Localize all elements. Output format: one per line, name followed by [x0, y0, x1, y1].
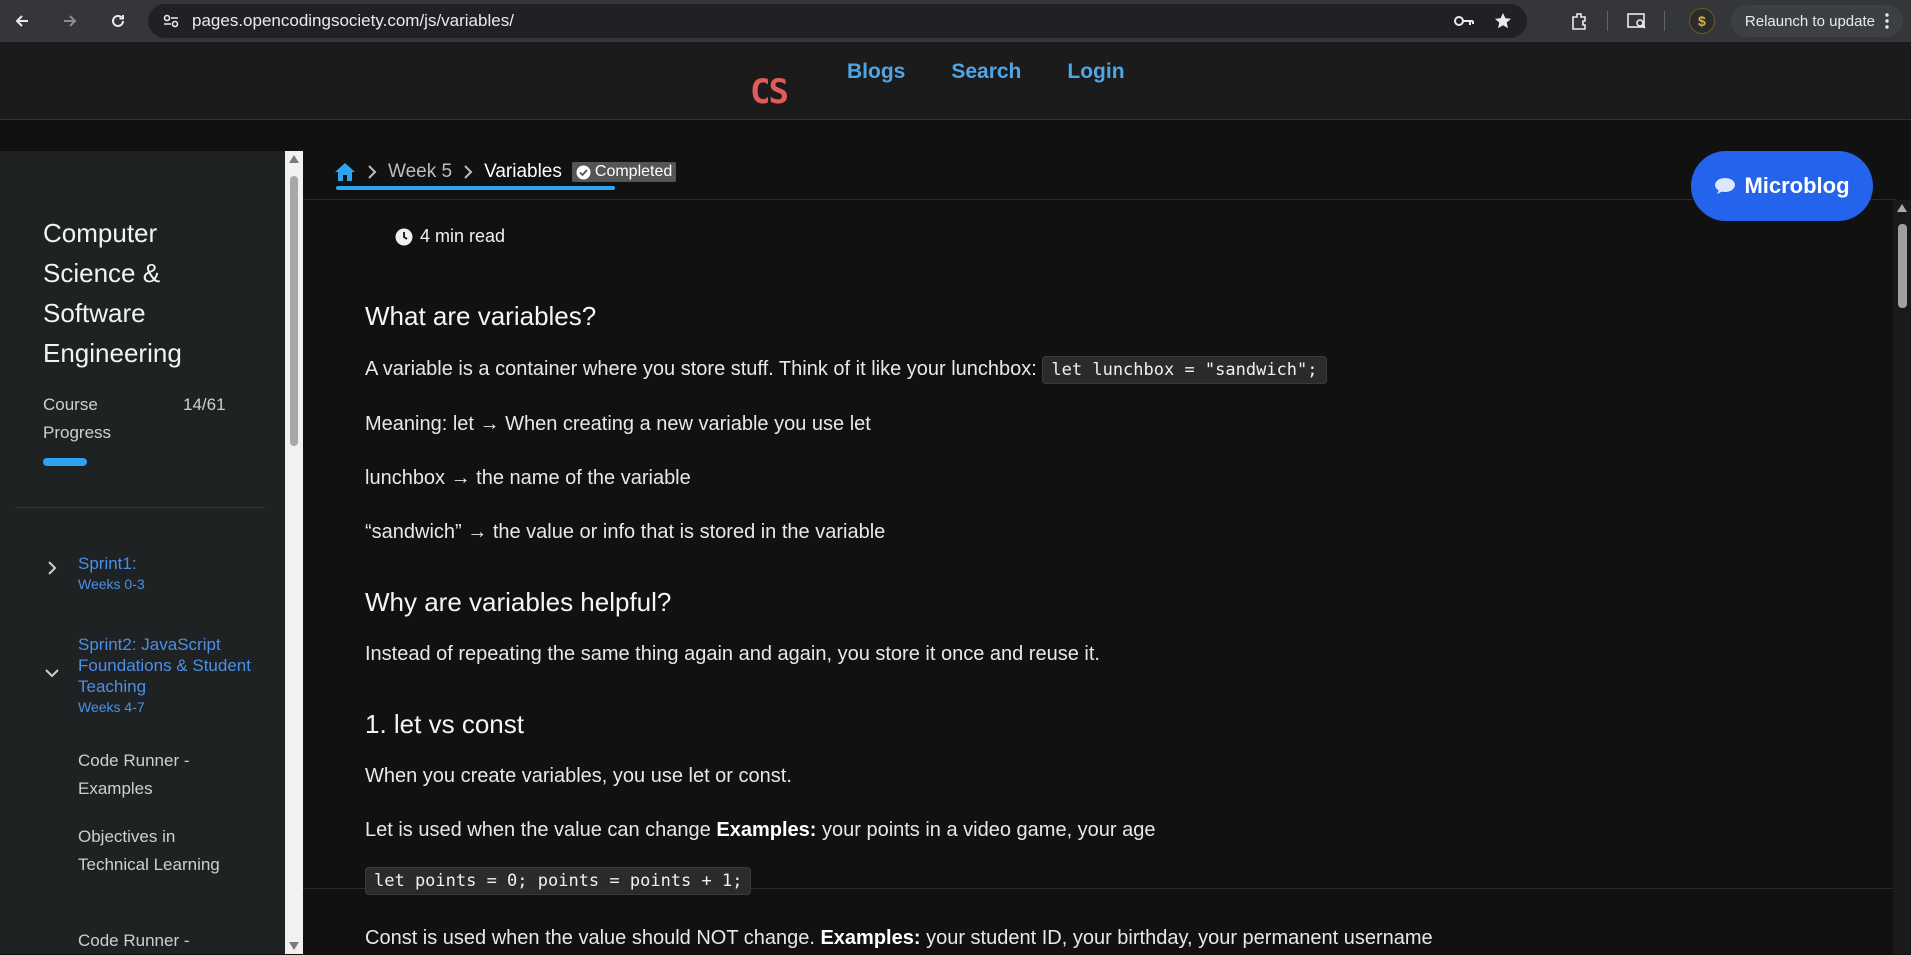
arrow-left-icon	[15, 15, 28, 27]
intro-text: A variable is a container where you stor…	[365, 358, 1037, 380]
page-scroll-thumb[interactable]	[1898, 224, 1907, 308]
nav-blogs-link[interactable]: Blogs	[847, 60, 905, 84]
sprint-title: Sprint2: JavaScript Foundations & Studen…	[78, 635, 251, 696]
course-title: Computer Science & Software Engineering	[43, 218, 182, 368]
reload-button[interactable]	[104, 7, 132, 35]
code-let-points: let points = 0; points = points + 1;	[365, 867, 752, 895]
chevron-right-icon	[464, 165, 473, 179]
url-text[interactable]: pages.opencodingsociety.com/js/variables…	[192, 11, 514, 31]
microblog-button[interactable]: Microblog	[1691, 151, 1873, 221]
read-time: 4 min read	[395, 226, 505, 247]
paragraph-meaning: Meaning: let → When creating a new varia…	[365, 413, 871, 435]
sidebar-scrollbar[interactable]	[285, 151, 303, 954]
heading-let-vs-const: 1. let vs const	[365, 709, 524, 739]
const-examples-label: Examples:	[820, 927, 921, 949]
progress-count: 14/61	[183, 395, 226, 414]
home-icon[interactable]	[334, 162, 356, 182]
sidebar-lesson-code-runner-examples[interactable]: Code Runner - Examples	[78, 747, 228, 803]
paragraph-let-or-const: When you create variables, you use let o…	[365, 765, 792, 787]
speech-bubble-icon	[1715, 178, 1736, 194]
scroll-up-arrow[interactable]	[289, 155, 299, 163]
sidebar-lesson-objectives[interactable]: Objectives in Technical Learning	[78, 823, 228, 879]
const-text: Const is used when the value should NOT …	[365, 927, 821, 949]
badge-label: Completed	[594, 163, 673, 180]
profile-avatar[interactable]: $	[1688, 8, 1715, 34]
tab-search-icon[interactable]	[1626, 11, 1648, 31]
heading-what-are-variables: What are variables?	[365, 301, 597, 331]
sidebar-divider	[15, 507, 265, 508]
code-block-let-points: let points = 0; points = points + 1;	[365, 867, 752, 895]
check-circle-icon	[576, 165, 591, 179]
nav-search-link[interactable]: Search	[951, 60, 1021, 84]
inline-code-lunchbox: let lunchbox = "sandwich";	[1042, 356, 1327, 384]
clock-icon	[395, 228, 413, 245]
progress-bar	[43, 458, 87, 466]
paragraph-sandwich: “sandwich” → the value or info that is s…	[365, 521, 886, 543]
completed-badge: Completed	[571, 162, 677, 182]
chevron-right-icon[interactable]	[45, 561, 59, 575]
top-nav: Blogs Search Login	[847, 60, 1125, 84]
breadcrumb: Week 5 Variables Completed	[334, 160, 677, 184]
let-examples: your points in a video game, your age	[816, 819, 1156, 841]
microblog-label: Microblog	[1744, 173, 1850, 198]
paragraph-let-used: Let is used when the value can change Ex…	[365, 819, 1156, 842]
nav-login-link[interactable]: Login	[1067, 60, 1124, 84]
site-settings-icon[interactable]	[162, 12, 180, 30]
more-vert-icon	[1885, 13, 1889, 29]
reload-icon	[112, 14, 124, 27]
key-icon[interactable]	[1453, 11, 1475, 31]
browser-toolbar: pages.opencodingsociety.com/js/variables…	[0, 0, 1911, 42]
sprint-weeks: Weeks 4-7	[78, 699, 145, 715]
sprint-title: Sprint1:	[78, 554, 137, 573]
star-icon[interactable]	[1493, 11, 1513, 31]
site-logo[interactable]: CS	[750, 72, 789, 112]
breadcrumb-progress-underline	[336, 186, 615, 190]
page-scrollbar[interactable]	[1893, 200, 1911, 954]
arrow-right-icon	[64, 15, 77, 27]
forward-button[interactable]	[56, 7, 84, 35]
content-divider	[303, 199, 1896, 200]
sidebar-sprint-1[interactable]: Sprint1: Weeks 0-3	[78, 553, 258, 594]
let-examples-label: Examples:	[716, 819, 817, 841]
sidebar-lesson-code-runner[interactable]: Code Runner -	[78, 927, 228, 955]
read-time-text: 4 min read	[420, 226, 506, 246]
breadcrumb-current: Variables	[484, 161, 562, 182]
site-header: CS Blogs Search Login	[0, 42, 1911, 120]
sidebar-sprint-2[interactable]: Sprint2: JavaScript Foundations & Studen…	[78, 634, 258, 717]
address-bar[interactable]: pages.opencodingsociety.com/js/variables…	[148, 4, 1527, 38]
chevron-right-icon	[368, 165, 377, 179]
course-sidebar: Computer Science & Software Engineering …	[0, 151, 285, 954]
progress-label: Course Progress	[43, 395, 112, 442]
paragraph-intro: A variable is a container where you stor…	[365, 356, 1327, 384]
back-button[interactable]	[8, 7, 36, 35]
relaunch-button[interactable]: Relaunch to update	[1730, 5, 1903, 37]
breadcrumb-week[interactable]: Week 5	[388, 161, 452, 183]
avatar-glyph: $	[1697, 13, 1706, 29]
toolbar-separator	[1606, 11, 1608, 31]
toolbar-separator	[1663, 11, 1665, 31]
extensions-icon[interactable]	[1569, 11, 1589, 31]
let-text: Let is used when the value can change	[365, 819, 717, 841]
paragraph-reuse: Instead of repeating the same thing agai…	[365, 643, 1100, 665]
paragraph-const-used: Const is used when the value should NOT …	[365, 927, 1433, 950]
sprint-weeks: Weeks 0-3	[78, 576, 145, 592]
chevron-down-icon[interactable]	[45, 666, 59, 680]
const-examples: your student ID, your birthday, your per…	[920, 927, 1433, 949]
relaunch-label: Relaunch to update	[1744, 12, 1875, 30]
heading-why-helpful: Why are variables helpful?	[365, 587, 672, 617]
scroll-up-arrow[interactable]	[1897, 204, 1907, 212]
paragraph-lunchbox: lunchbox → the name of the variable	[365, 467, 691, 489]
sidebar-scroll-thumb[interactable]	[290, 176, 298, 446]
scroll-down-arrow[interactable]	[289, 942, 299, 950]
